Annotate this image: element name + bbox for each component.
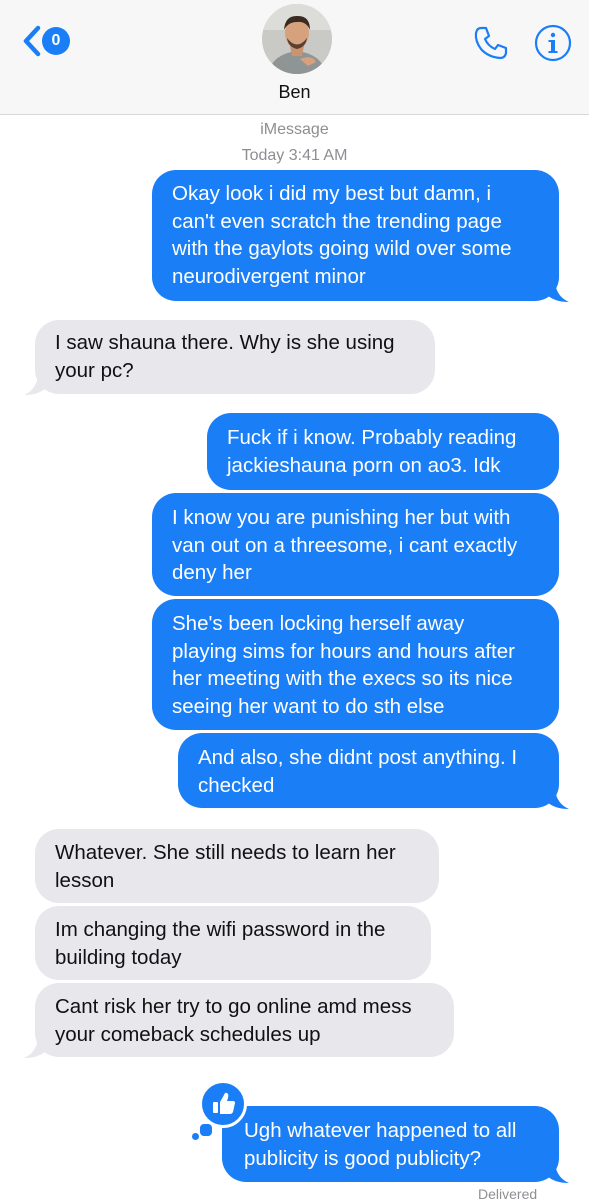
tapback-tail-dot (192, 1133, 199, 1140)
conversation-header: 0 Ben (0, 0, 589, 115)
bubble-tail (545, 283, 569, 302)
tapback-tail-dot (198, 1122, 214, 1138)
info-icon (534, 24, 572, 62)
service-label: iMessage (260, 121, 329, 138)
bubble-tail (545, 790, 569, 809)
sent-message-bubble[interactable]: I know you are punishing her but with va… (152, 493, 559, 596)
received-message-bubble[interactable]: Cant risk her try to go online amd mess … (35, 983, 454, 1057)
back-button[interactable]: 0 (22, 24, 74, 58)
bubble-tail (545, 1164, 569, 1183)
call-button[interactable] (472, 24, 510, 62)
received-message-bubble[interactable]: Im changing the wifi password in the bui… (35, 906, 431, 980)
bubble-tail (24, 376, 48, 395)
bubble-tail (24, 1039, 48, 1058)
contact-avatar[interactable] (262, 4, 332, 74)
thumbs-up-icon (213, 1092, 235, 1114)
sent-message-bubble[interactable]: Okay look i did my best but damn, i can'… (152, 170, 559, 301)
contact-name[interactable]: Ben (0, 82, 589, 103)
sent-message-bubble[interactable]: Ugh whatever happened to all publicity i… (222, 1106, 559, 1182)
sent-message-bubble[interactable]: And also, she didnt post anything. I che… (178, 733, 559, 808)
received-message-bubble[interactable]: Whatever. She still needs to learn her l… (35, 829, 439, 903)
phone-icon (474, 26, 508, 60)
tapback-reaction[interactable] (199, 1080, 247, 1128)
received-message-bubble[interactable]: I saw shauna there. Why is she using you… (35, 320, 435, 394)
sent-message-bubble[interactable]: Fuck if i know. Probably reading jackies… (207, 413, 559, 490)
unread-count-badge: 0 (42, 27, 70, 55)
message-timestamp: Today 3:41 AM (241, 147, 348, 164)
sent-message-bubble[interactable]: She's been locking herself away playing … (152, 599, 559, 730)
chevron-left-icon (23, 25, 41, 57)
info-button[interactable] (534, 24, 572, 62)
